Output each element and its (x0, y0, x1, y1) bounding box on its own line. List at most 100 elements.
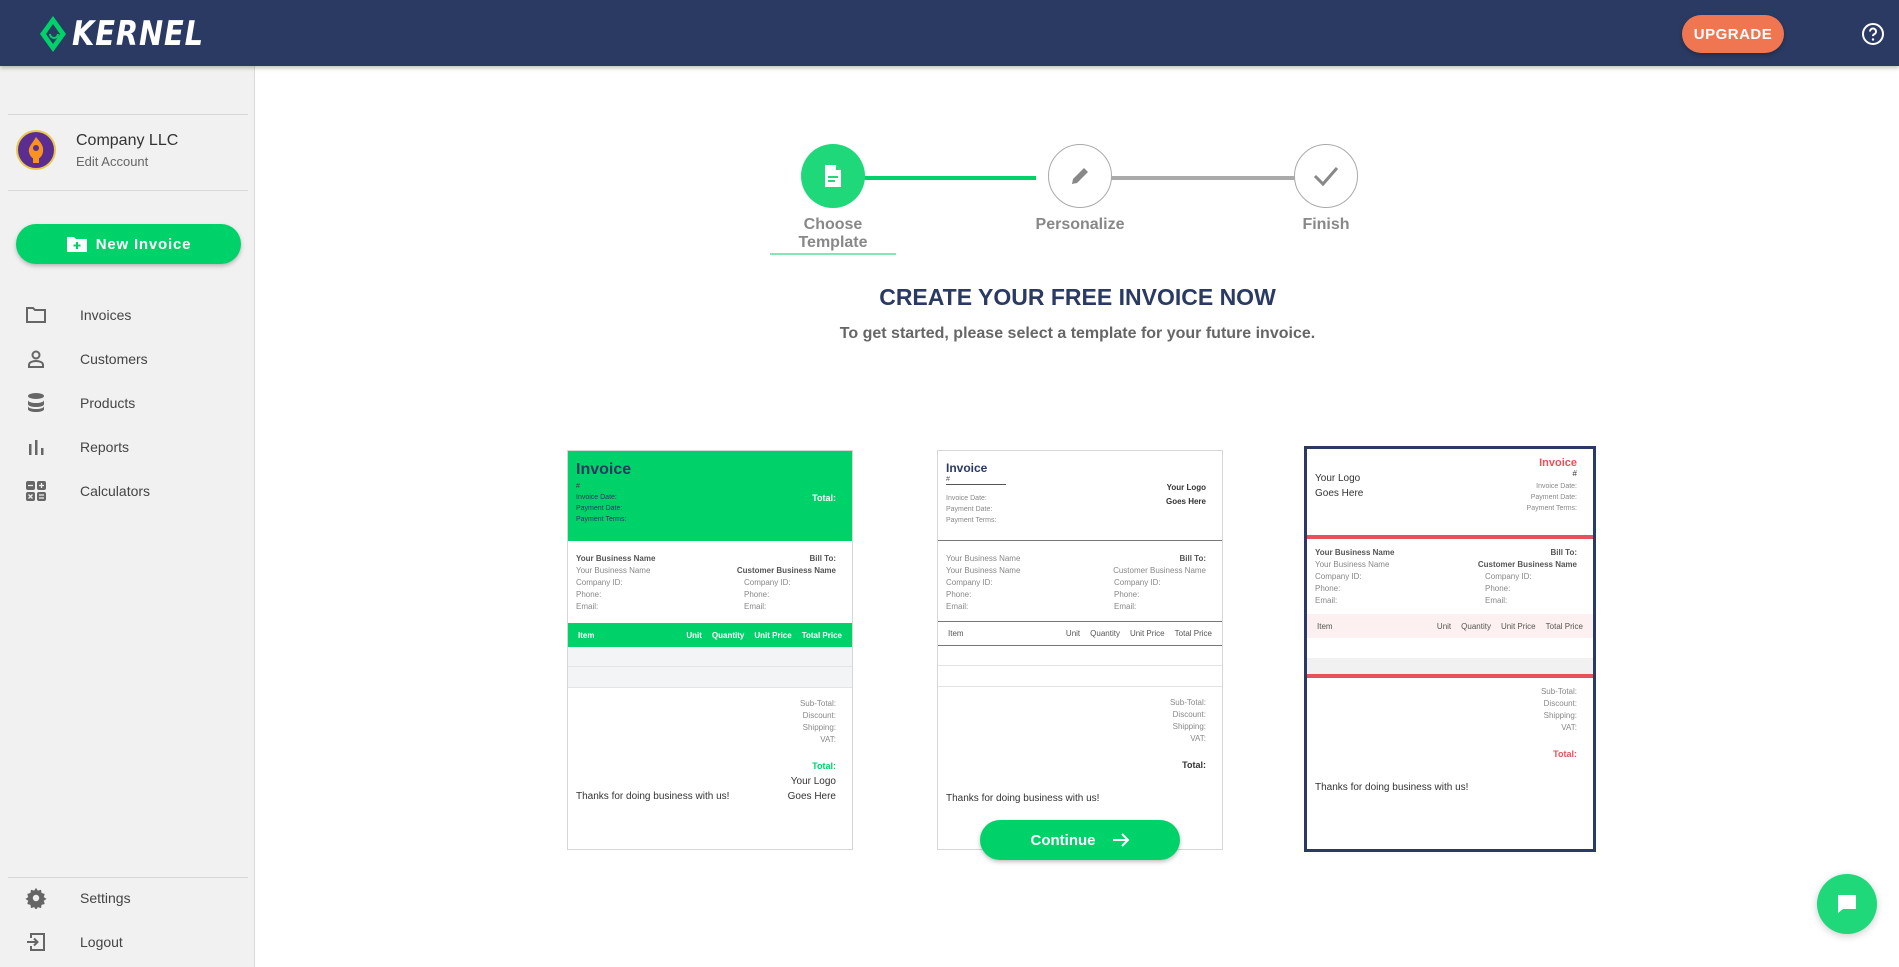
question-circle-icon[interactable] (1861, 22, 1885, 46)
step-choose-template[interactable] (801, 144, 865, 208)
step-personalize[interactable] (1048, 144, 1112, 208)
page-title: CREATE YOUR FREE INVOICE NOW (879, 284, 1276, 310)
new-invoice-label: New Invoice (95, 235, 192, 253)
col-unit-price: Unit Price (754, 630, 792, 640)
sidebar-item-label: Customers (80, 351, 148, 367)
business-name: Your Business Name (576, 566, 651, 575)
grand-total-label: Total: (1182, 760, 1206, 770)
payment-terms-label: Payment Terms: (576, 516, 627, 523)
table-row (1307, 658, 1593, 678)
bill-to-label: Bill To: (1179, 554, 1206, 563)
shipping-label: Shipping: (802, 723, 836, 732)
flame-person-icon (28, 137, 44, 163)
business-name-label: Your Business Name (1315, 548, 1395, 557)
sidebar-item-customers[interactable]: Customers (0, 339, 254, 379)
col-unit-price: Unit Price (1129, 629, 1165, 638)
sidebar-item-settings[interactable]: Settings (0, 878, 254, 918)
phone: Phone: (576, 590, 602, 599)
document-icon (825, 165, 841, 187)
items-table-header: Item Unit Quantity Unit Price Total Pric… (568, 623, 852, 647)
sidebar-item-calculators[interactable]: Calculators (0, 471, 254, 511)
arrow-right-icon (1112, 833, 1129, 847)
logo-placeholder-line2: Goes Here (1315, 488, 1364, 499)
chat-button[interactable] (1817, 874, 1877, 934)
account-card[interactable]: Company LLC Edit Account (16, 130, 178, 170)
sidebar-item-label: Invoices (80, 307, 132, 323)
col-total-price: Total Price (1174, 629, 1212, 638)
chat-bubble-icon (1838, 895, 1856, 913)
bar-chart-icon (24, 435, 48, 459)
account-name: Company LLC (76, 131, 179, 149)
invoice-number: # (576, 483, 580, 490)
payment-terms-label: Payment Terms: (946, 517, 997, 524)
step-label-finish[interactable]: Finish (1266, 216, 1386, 234)
shipping-label: Shipping: (1172, 722, 1206, 731)
sidebar: Company LLC Edit Account New Invoice Inv… (0, 66, 255, 967)
pencil-icon (1072, 168, 1088, 184)
col-unit: Unit (686, 630, 702, 640)
logo-placeholder-line1: Your Logo (1166, 483, 1206, 492)
table-row (568, 667, 852, 688)
customer-email: Email: (1114, 602, 1137, 611)
gear-icon (24, 886, 48, 910)
thanks-message: Thanks for doing business with us! (1315, 782, 1469, 793)
logout-icon (24, 930, 48, 954)
main-content: Choose Template Personalize Finish CREAT… (256, 66, 1899, 967)
table-row (938, 666, 1222, 687)
col-total-price: Total Price (1545, 621, 1583, 631)
upgrade-button[interactable]: UPGRADE (1682, 15, 1784, 53)
logo-placeholder-line1: Your Logo (1315, 473, 1361, 484)
template-header: Invoice # Invoice Date: Payment Date: Pa… (938, 451, 1222, 541)
sidebar-item-products[interactable]: Products (0, 383, 254, 423)
template-title: Invoice (946, 461, 988, 475)
email: Email: (1315, 596, 1338, 605)
kernel-logo[interactable]: KERNEL (38, 14, 227, 54)
company-id: Company ID: (946, 578, 993, 587)
business-name-label: Your Business Name (576, 554, 656, 563)
template-card-green[interactable]: Invoice # Invoice Date: Payment Date: Pa… (567, 450, 853, 850)
sidebar-item-reports[interactable]: Reports (0, 427, 254, 467)
customer-email: Email: (744, 602, 767, 611)
logo-placeholder-line2: Goes Here (787, 791, 836, 802)
edit-account-link[interactable]: Edit Account (76, 154, 178, 169)
discount-label: Discount: (1543, 699, 1577, 708)
vat-label: VAT: (820, 735, 836, 744)
invoice-date-label: Invoice Date: (576, 494, 617, 501)
col-item: Item (1317, 621, 1333, 631)
sidebar-item-label: Products (80, 395, 136, 411)
col-unit-price: Unit Price (1500, 621, 1536, 631)
step-label-choose-template[interactable]: Choose Template (770, 216, 896, 255)
template-card-minimal[interactable]: Invoice # Invoice Date: Payment Date: Pa… (937, 450, 1223, 850)
company-id: Company ID: (1315, 572, 1362, 581)
customer-email: Email: (1485, 596, 1508, 605)
logo-placeholder-line2: Goes Here (1165, 497, 1206, 506)
step-label-personalize[interactable]: Personalize (1016, 216, 1144, 234)
customer-phone: Phone: (1485, 584, 1511, 593)
col-total-price: Total Price (801, 630, 842, 640)
step-finish[interactable] (1294, 144, 1358, 208)
sidebar-item-logout[interactable]: Logout (0, 922, 254, 962)
logo-placeholder-line1: Your Logo (790, 776, 836, 787)
parties-section: Your Business Name Bill To: Your Business… (568, 541, 852, 613)
sidebar-item-label: Calculators (80, 483, 151, 499)
grand-total-label: Total: (1553, 749, 1577, 759)
discount-label: Discount: (802, 711, 836, 720)
totals-section: Sub-Total: Discount: Shipping: VAT: Tota… (938, 687, 1222, 771)
new-invoice-button[interactable]: New Invoice (16, 224, 241, 264)
invoice-number: # (946, 475, 1006, 485)
sidebar-item-invoices[interactable]: Invoices (0, 295, 254, 335)
thanks-message: Thanks for doing business with us! (576, 791, 730, 802)
template-card-red[interactable]: Your Logo Goes Here Invoice # Invoice Da… (1304, 446, 1596, 852)
payment-date-label: Payment Date: (576, 505, 623, 512)
folder-icon (24, 303, 48, 327)
totals-section: Sub-Total: Discount: Shipping: VAT: Tota… (1307, 678, 1593, 760)
continue-button[interactable]: Continue (980, 820, 1180, 860)
check-icon (1313, 167, 1339, 187)
divider (8, 114, 248, 115)
database-icon (24, 391, 48, 415)
customer-phone: Phone: (744, 590, 770, 599)
table-row (938, 646, 1222, 666)
phone: Phone: (946, 590, 972, 599)
shipping-label: Shipping: (1543, 711, 1577, 720)
business-name: Your Business Name (1315, 560, 1390, 569)
